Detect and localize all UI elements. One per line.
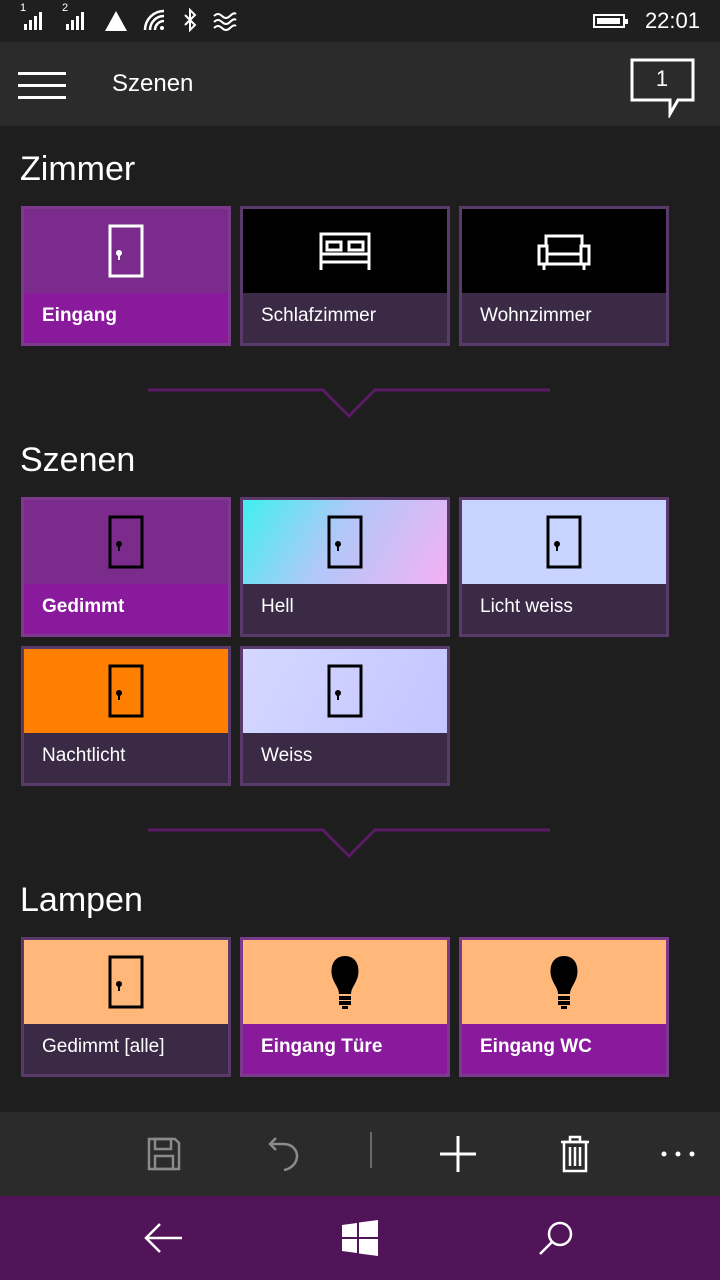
add-button[interactable] [434,1130,482,1178]
signal-sim2-icon: 2 [62,2,90,32]
signal-sim1-icon: 1 [20,2,48,32]
tile-lamp-eingang-wc[interactable]: Eingang WC [459,937,669,1077]
door-icon [327,515,363,569]
more-icon [661,1151,695,1157]
door-icon [546,515,582,569]
command-separator [370,1132,372,1168]
delete-button[interactable] [551,1130,599,1178]
door-icon [108,955,144,1009]
section-title-rooms: Zimmer [20,150,136,188]
tile-label: Schlafzimmer [261,305,377,326]
battery-icon [592,14,628,28]
search-button[interactable] [532,1214,580,1262]
tile-label: Licht weiss [480,596,573,617]
door-icon [108,224,144,278]
tile-label: Nachtlicht [42,745,126,766]
tile-lamp-gedimmt-alle[interactable]: Gedimmt [alle] [21,937,231,1077]
tile-label: Eingang Türe [261,1036,383,1057]
save-button[interactable] [140,1130,188,1178]
more-button[interactable] [654,1130,702,1178]
tile-room-wohnzimmer[interactable]: Wohnzimmer [459,206,669,346]
section-title-lamps: Lampen [20,881,143,919]
add-icon [440,1136,476,1172]
notification-count: 1 [655,66,669,91]
bulb-icon [550,956,578,1009]
tile-label: Eingang WC [480,1036,592,1057]
tile-lamp-eingang-tuere[interactable]: Eingang Türe [240,937,450,1077]
section-title-scenes: Szenen [20,441,136,479]
undo-button[interactable] [260,1130,308,1178]
back-button[interactable] [140,1214,188,1262]
tile-label: Wohnzimmer [480,305,592,326]
tile-label: Hell [261,596,294,617]
door-icon [108,664,144,718]
tile-scene-nachtlicht[interactable]: Nachtlicht [21,646,231,786]
status-time: 22:01 [644,8,700,33]
hamburger-menu-button[interactable] [18,72,66,100]
save-icon [147,1137,181,1171]
bluetooth-icon [184,8,197,32]
windows-logo-icon [342,1220,378,1256]
data-triangle-icon [105,11,127,31]
sofa-icon [537,234,591,270]
back-arrow-icon [144,1223,182,1253]
bulb-icon [331,956,359,1009]
tile-label: Eingang [42,305,117,326]
bed-icon [319,232,371,270]
wifi-icon [143,9,165,31]
command-bar [0,1112,720,1196]
vibrate-icon [213,12,237,31]
navigation-bar [0,1196,720,1280]
tile-label: Gedimmt [alle] [42,1036,165,1057]
page-title: Szenen [112,70,194,97]
collapse-divider-rooms[interactable] [148,388,550,418]
app-bar: Szenen 1 [0,42,720,126]
tile-scene-gedimmt[interactable]: Gedimmt [21,497,231,637]
door-icon [327,664,363,718]
tile-room-schlafzimmer[interactable]: Schlafzimmer [240,206,450,346]
tile-room-eingang[interactable]: Eingang [21,206,231,346]
tile-scene-weiss[interactable]: Weiss [240,646,450,786]
search-icon [539,1221,573,1255]
tile-scene-hell[interactable]: Hell [240,497,450,637]
door-icon [108,515,144,569]
delete-icon [561,1135,589,1173]
undo-icon [268,1137,299,1172]
notification-button[interactable]: 1 [630,58,696,118]
tile-label: Weiss [261,745,313,766]
tile-label: Gedimmt [42,596,125,617]
status-bar: 1 2 22:01 [0,0,720,42]
start-button[interactable] [336,1214,384,1262]
collapse-divider-scenes[interactable] [148,828,550,858]
tile-scene-licht-weiss[interactable]: Licht weiss [459,497,669,637]
